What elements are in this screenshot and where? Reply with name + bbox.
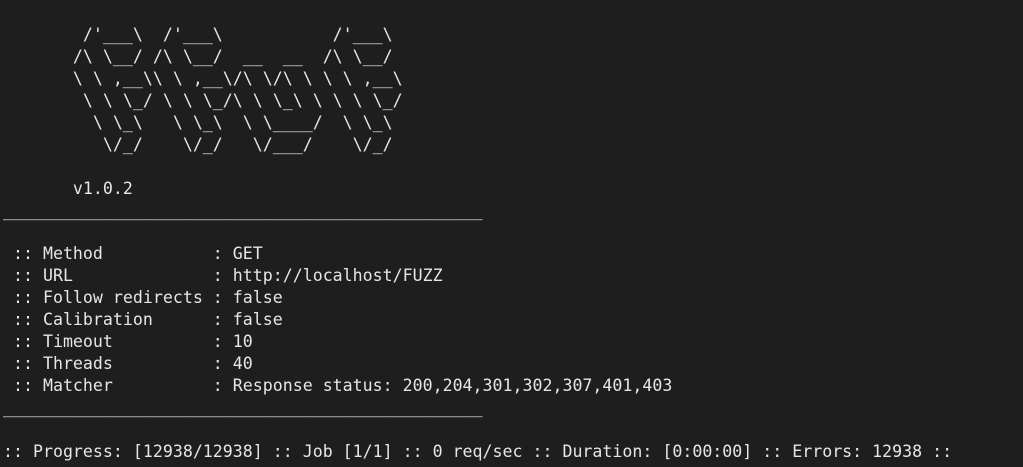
ascii-art-line: /\ \__/ /\ \__/ __ __ /\ \__/ [3,47,393,66]
version-label: v1.0.2 [3,179,133,198]
progress-status-line: :: Progress: [12938/12938] :: Job [1/1] … [3,442,953,461]
config-timeout: :: Timeout : 10 [3,332,253,351]
config-matcher: :: Matcher : Response status: 200,204,30… [3,376,673,395]
ascii-art-line: \ \ \_/ \ \ \_/\ \ \_\ \ \ \ \_/ [3,91,403,110]
config-calibration: :: Calibration : false [3,310,283,329]
separator-bottom: ________________________________________… [3,398,483,417]
terminal-window[interactable]: /'___\ /'___\ /'___\ /\ \__/ /\ \__/ __ … [0,0,1023,467]
ascii-art-line: \ \ ,__\\ \ ,__\/\ \/\ \ \ \ ,__\ [3,69,403,88]
config-method: :: Method : GET [3,244,263,263]
config-follow-redirects: :: Follow redirects : false [3,288,283,307]
ascii-art-line: \ \_\ \ \_\ \ \____/ \ \_\ [3,113,393,132]
separator-top: ________________________________________… [3,201,483,220]
config-url: :: URL : http://localhost/FUZZ [3,266,443,285]
config-threads: :: Threads : 40 [3,354,253,373]
ascii-art-line: \/_/ \/_/ \/___/ \/_/ [3,135,393,154]
ascii-art-line: /'___\ /'___\ /'___\ [3,25,393,44]
